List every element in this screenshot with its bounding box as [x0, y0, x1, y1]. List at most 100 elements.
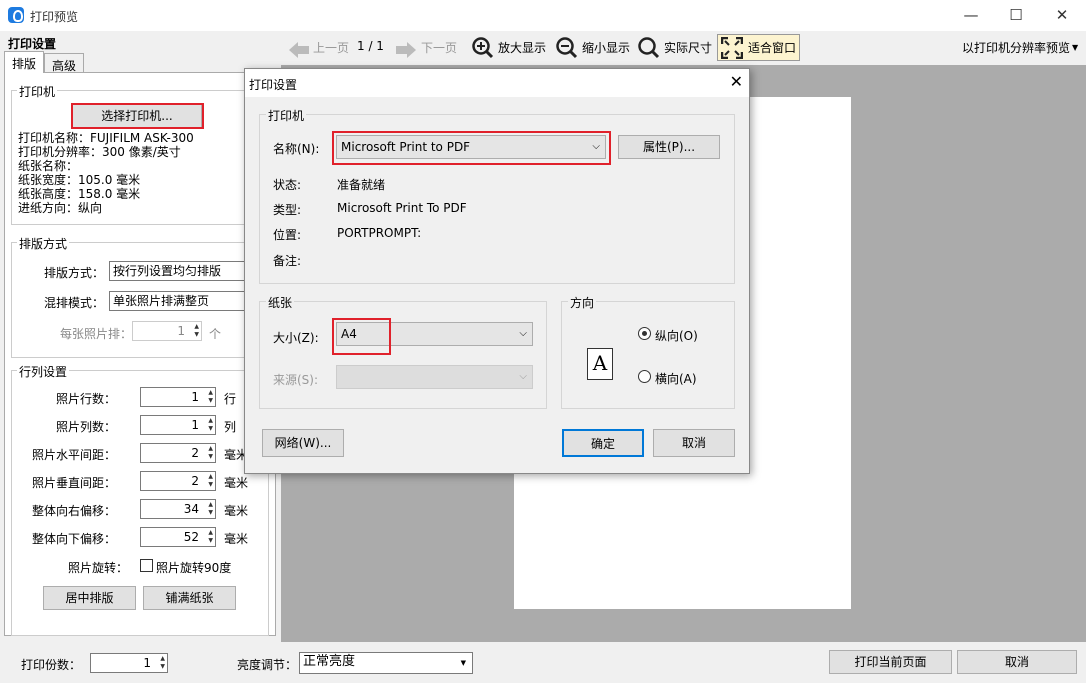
- arrow-left-icon: [289, 42, 309, 58]
- next-page-button[interactable]: 下一页: [421, 39, 457, 56]
- brightness-select[interactable]: 正常亮度 ▼: [299, 652, 473, 674]
- printer-group: 打印机 选择打印机... 打印机名称：FUJIFILM ASK-300 打印机分…: [11, 83, 269, 225]
- chevron-down-icon: ⌵: [519, 328, 527, 339]
- status-label: 状态:: [273, 178, 302, 192]
- status-value: 准备就绪: [337, 178, 386, 192]
- app-icon: [8, 7, 24, 23]
- vgap-label: 照片垂直间距：: [31, 476, 116, 490]
- prev-page-button[interactable]: 上一页: [313, 39, 349, 56]
- mix-mode-label: 混排模式：: [44, 296, 105, 310]
- where-label: 位置:: [273, 228, 302, 242]
- printer-group-label: 打印机: [17, 83, 58, 100]
- search-icon: [638, 37, 660, 59]
- portrait-label: 纵向(O): [655, 329, 698, 343]
- copies-label: 打印份数：: [21, 658, 82, 672]
- maximize-button[interactable]: ☐: [1001, 4, 1031, 26]
- layout-group: 排版方式 排版方式： 按行列设置均匀排版 混排模式： 单张照片排满整页 每张照片…: [11, 235, 269, 358]
- offset-right-stepper[interactable]: 34: [140, 499, 216, 519]
- paper-source-select[interactable]: ⌵: [336, 365, 533, 389]
- zoom-in-icon: [472, 37, 494, 59]
- network-button[interactable]: 网络(W)...: [262, 429, 344, 457]
- printer-resolution: 打印机分辨率：300 像素/英寸: [18, 145, 181, 159]
- layout-mode-label: 排版方式：: [44, 266, 105, 280]
- properties-button[interactable]: 属性(P)...: [618, 135, 720, 159]
- chevron-down-icon: ▼: [460, 659, 466, 667]
- highlight-box: [332, 318, 391, 355]
- print-page-button[interactable]: 打印当前页面: [829, 650, 952, 674]
- cols-label: 照片列数：: [55, 420, 116, 434]
- paper-group-label: 纸张: [266, 294, 295, 311]
- zoom-in-button[interactable]: 放大显示: [498, 39, 546, 56]
- paper-height: 纸张高度：158.0 毫米: [18, 187, 141, 201]
- chevron-down-icon: ⌵: [519, 371, 527, 382]
- paper-width: 纸张宽度：105.0 毫米: [18, 173, 141, 187]
- rows-label: 照片行数：: [55, 392, 116, 406]
- dialog-close-button[interactable]: ✕: [730, 72, 743, 91]
- landscape-label: 横向(A): [655, 372, 697, 386]
- where-value: PORTPROMPT:: [337, 226, 422, 240]
- type-value: Microsoft Print To PDF: [337, 201, 467, 215]
- brightness-value: 正常亮度: [303, 654, 356, 669]
- orientation-group-label: 方向: [568, 294, 597, 311]
- cols-stepper[interactable]: 1: [140, 415, 216, 435]
- offset-right-label: 整体向右偏移：: [31, 504, 116, 518]
- size-label: 大小(Z):: [273, 331, 319, 345]
- per-photo-stepper[interactable]: 1: [132, 321, 202, 341]
- offset-down-label: 整体向下偏移：: [31, 532, 116, 546]
- landscape-radio[interactable]: [638, 370, 651, 383]
- ok-button[interactable]: 确定: [562, 429, 644, 457]
- mix-mode-select[interactable]: 单张照片排满整页: [109, 291, 259, 311]
- fit-window-icon: [721, 37, 743, 59]
- fill-paper-button[interactable]: 铺满纸张: [143, 586, 236, 610]
- zoom-out-icon: [556, 37, 578, 59]
- center-layout-button[interactable]: 居中排版: [43, 586, 136, 610]
- paper-name: 纸张名称：: [18, 159, 79, 173]
- portrait-radio[interactable]: [638, 327, 651, 340]
- dialog-cancel-button[interactable]: 取消: [653, 429, 735, 457]
- printer-name: 打印机名称：FUJIFILM ASK-300: [18, 131, 194, 145]
- actual-size-button[interactable]: 实际尺寸: [664, 39, 712, 56]
- name-label: 名称(N):: [273, 142, 320, 156]
- cols-unit: 列: [224, 420, 237, 434]
- window-title: 打印预览: [30, 10, 79, 24]
- page-indicator: 1 / 1: [357, 39, 384, 53]
- close-button[interactable]: ✕: [1047, 4, 1077, 26]
- cancel-button[interactable]: 取消: [957, 650, 1077, 674]
- hgap-label: 照片水平间距：: [31, 448, 116, 462]
- offset-down-stepper[interactable]: 52: [140, 527, 216, 547]
- arrow-right-icon: [396, 42, 416, 58]
- tab-layout[interactable]: 排版: [4, 51, 45, 73]
- fit-window-button[interactable]: 适合窗口: [717, 34, 800, 61]
- preview-toolbar: 上一页 1 / 1 下一页 放大显示 缩小显示 实际尺寸 适合窗口 以打印机分辨…: [280, 31, 1086, 64]
- rotate-check-label: 照片旋转90度: [156, 561, 232, 575]
- preview-mode-select[interactable]: 以打印机分辨率预览: [962, 39, 1070, 56]
- offset-right-unit: 毫米: [224, 504, 249, 518]
- zoom-out-button[interactable]: 缩小显示: [582, 39, 630, 56]
- hgap-stepper[interactable]: 2: [140, 443, 216, 463]
- bottom-bar: 打印份数： 1 亮度调节： 正常亮度 ▼ 打印当前页面 取消: [0, 642, 1086, 683]
- layout-mode-select[interactable]: 按行列设置均匀排版: [109, 261, 259, 281]
- dialog-title: 打印设置: [249, 78, 298, 92]
- highlight-box: [332, 131, 611, 165]
- settings-panel: 打印设置 排版 高级 打印机 选择打印机... 打印机名称：FUJIFILM A…: [0, 31, 280, 642]
- minimize-button[interactable]: —: [956, 4, 986, 26]
- type-label: 类型:: [273, 203, 302, 217]
- print-setup-dialog: 打印设置 ✕ 打印机 名称(N): Microsoft Print to PDF…: [244, 68, 750, 474]
- rows-stepper[interactable]: 1: [140, 387, 216, 407]
- vgap-unit: 毫米: [224, 476, 249, 490]
- per-photo-label: 每张照片排：: [60, 327, 133, 341]
- source-label: 来源(S):: [273, 373, 319, 387]
- feed-direction: 进纸方向：纵向: [18, 201, 103, 215]
- highlight-box: [71, 103, 204, 129]
- tab-advanced[interactable]: 高级: [44, 53, 85, 73]
- rows-unit: 行: [224, 392, 237, 406]
- copies-stepper[interactable]: 1: [90, 653, 168, 673]
- orientation-preview-icon: A: [587, 348, 613, 380]
- vgap-stepper[interactable]: 2: [140, 471, 216, 491]
- per-photo-unit: 个: [209, 327, 222, 341]
- grid-group-label: 行列设置: [17, 363, 70, 380]
- rotate-label: 照片旋转：: [67, 561, 128, 575]
- paper-group: 纸张: [259, 294, 547, 409]
- comment-label: 备注:: [273, 254, 302, 268]
- rotate-checkbox[interactable]: [140, 559, 153, 572]
